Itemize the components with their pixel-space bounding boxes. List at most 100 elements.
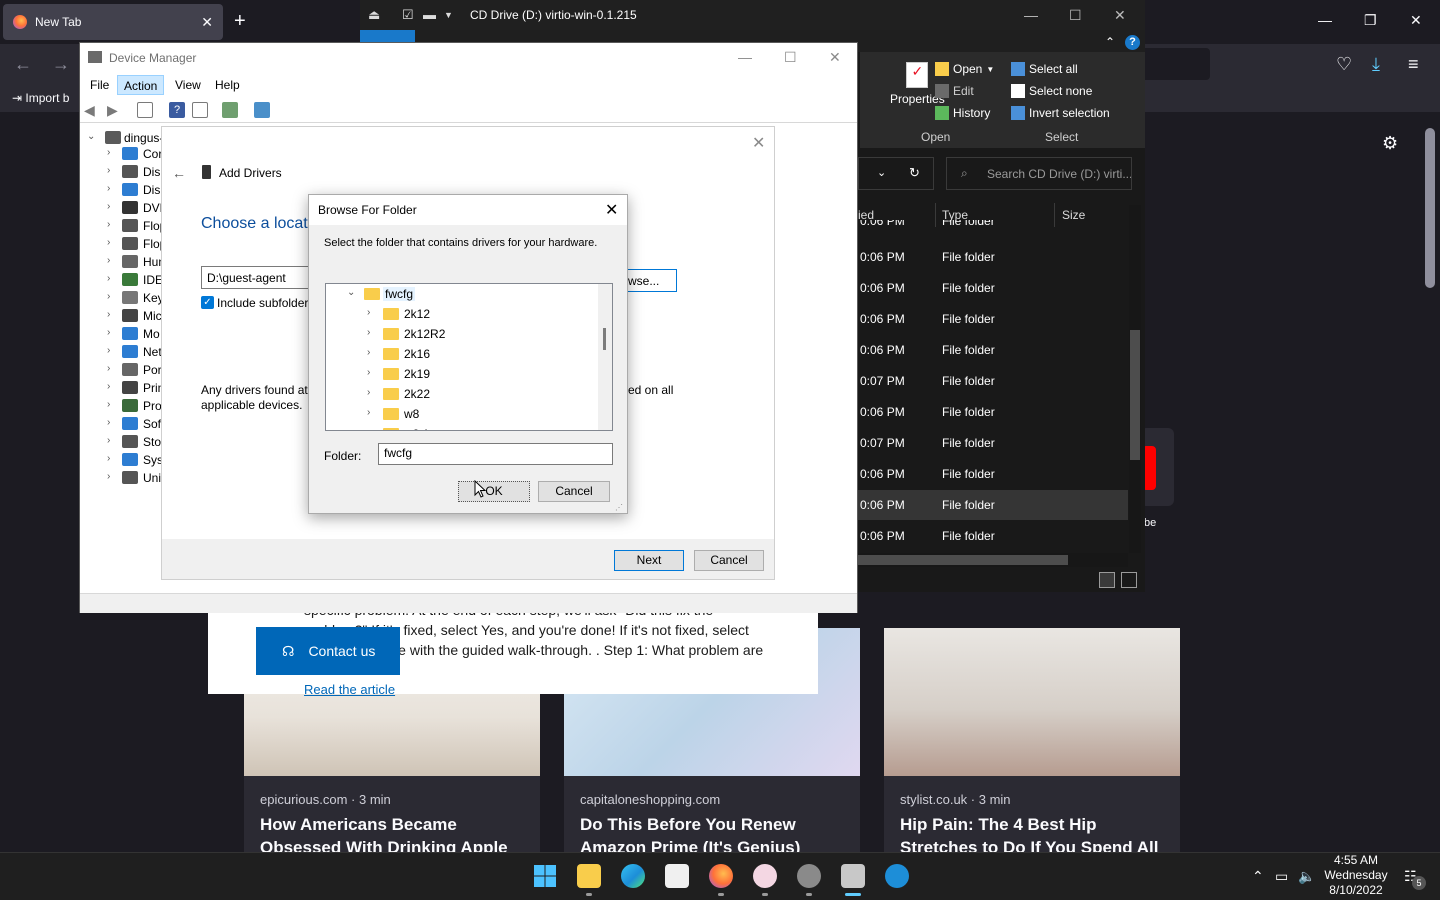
menu-action[interactable]: Action — [117, 75, 165, 95]
network-icon[interactable]: ▭ — [1275, 868, 1288, 885]
chevron-right-icon[interactable]: › — [107, 183, 110, 194]
get-help-icon[interactable] — [885, 864, 909, 888]
device-category[interactable]: › Flop — [80, 217, 170, 235]
chevron-right-icon[interactable]: › — [107, 165, 110, 176]
explorer-close-icon[interactable]: ✕ — [1114, 7, 1126, 24]
next-button[interactable]: Next — [614, 550, 684, 571]
chevron-right-icon[interactable]: › — [107, 327, 110, 338]
minimize-icon[interactable]: — — [738, 49, 752, 65]
chevron-right-icon[interactable]: › — [107, 417, 110, 428]
device-category[interactable]: › Uni — [80, 469, 170, 487]
file-row[interactable]: 0:07 PM File folder — [858, 428, 1128, 458]
details-view-icon[interactable] — [1099, 572, 1115, 588]
settings-icon[interactable] — [797, 864, 821, 888]
include-subfolders-checkbox[interactable]: ✓ — [201, 296, 214, 309]
select-all-button[interactable]: Select all — [1011, 62, 1078, 76]
resize-grip-icon[interactable]: ⋰ — [615, 503, 623, 512]
chevron-right-icon[interactable]: › — [107, 255, 110, 266]
news-card[interactable]: stylist.co.uk · 3 min Hip Pain: The 4 Be… — [884, 628, 1180, 852]
chevron-right-icon[interactable]: › — [107, 471, 110, 482]
device-category[interactable]: › Mo — [80, 325, 170, 343]
read-article-link[interactable]: Read the article — [304, 682, 395, 697]
explorer-minimize-icon[interactable]: — — [1024, 7, 1038, 23]
device-category[interactable]: › Pro — [80, 397, 170, 415]
device-category[interactable]: › Flop — [80, 235, 170, 253]
file-row[interactable]: 0:06 PM File folder — [858, 335, 1128, 365]
folder-tree[interactable]: ⌄ fwcfg › 2k12 › 2k12R2 › 2k16 › 2k19 › 2k22 › w8 › w… — [325, 283, 613, 431]
file-row[interactable]: 0:06 PM File folder — [858, 273, 1128, 303]
help-icon[interactable]: ? — [169, 102, 185, 118]
chevron-up-icon[interactable]: ⌃ — [1252, 868, 1264, 885]
restore-icon[interactable]: ❐ — [1364, 12, 1377, 29]
refresh-icon[interactable]: ↻ — [909, 165, 920, 181]
app-icon[interactable] — [753, 864, 777, 888]
volume-icon[interactable]: 🔈 — [1298, 868, 1315, 885]
chevron-right-icon[interactable]: › — [107, 435, 110, 446]
tree-scroll-thumb[interactable] — [603, 328, 606, 350]
device-category[interactable]: › Hun — [80, 253, 170, 271]
driver-path-input[interactable]: D:\guest-agent — [201, 266, 311, 289]
new-tab-button[interactable]: + — [234, 10, 246, 33]
chevron-down-icon[interactable]: ⌄ — [877, 166, 886, 179]
close-icon[interactable]: ✕ — [605, 200, 618, 220]
update-driver-icon[interactable] — [222, 102, 238, 118]
close-icon[interactable]: ✕ — [752, 133, 765, 153]
start-icon[interactable] — [533, 864, 557, 888]
help-icon[interactable]: ? — [1125, 35, 1140, 50]
file-row[interactable]: 0:06 PM File folder — [858, 397, 1128, 427]
news-title[interactable]: Hip Pain: The 4 Best Hip Stretches to Do… — [900, 813, 1170, 852]
menu-file[interactable]: File — [84, 75, 115, 95]
chevron-right-icon[interactable]: › — [107, 381, 110, 392]
chevron-right-icon[interactable]: › — [107, 201, 110, 212]
browse-button[interactable]: wse... — [627, 269, 677, 292]
show-hide-tree-icon[interactable] — [137, 102, 153, 118]
news-title[interactable]: Do This Before You Renew Amazon Prime (I… — [580, 813, 850, 852]
address-bar-end[interactable]: ⌄ ↻ — [858, 157, 934, 190]
device-category[interactable]: › Stor — [80, 433, 170, 451]
gear-icon[interactable]: ⚙ — [1382, 133, 1398, 154]
chevron-right-icon[interactable]: › — [367, 387, 370, 398]
contact-us-button[interactable]: ☊ Contact us — [256, 627, 400, 675]
file-row[interactable]: 0:06 PM File folder — [858, 242, 1128, 272]
device-category[interactable]: › Prin — [80, 379, 170, 397]
clock[interactable]: 4:55 AM Wednesday 8/10/2022 — [1322, 853, 1390, 898]
file-row[interactable]: 0:06 PM File folder — [858, 521, 1128, 551]
firefox-taskbar-icon[interactable] — [709, 864, 733, 888]
forward-icon[interactable]: ▶ — [107, 102, 123, 118]
qat-dropdown-icon[interactable]: ▼ — [444, 10, 453, 20]
edge-icon[interactable] — [621, 864, 645, 888]
chevron-right-icon[interactable]: › — [367, 327, 370, 338]
explorer-vscroll-thumb[interactable] — [1130, 330, 1140, 460]
invert-selection-button[interactable]: Invert selection — [1011, 106, 1110, 120]
chevron-right-icon[interactable]: › — [107, 363, 110, 374]
device-category[interactable]: › Net — [80, 343, 170, 361]
explorer-hscroll-thumb[interactable] — [858, 555, 1068, 565]
device-category[interactable]: › Soft — [80, 415, 170, 433]
chevron-right-icon[interactable]: › — [367, 407, 370, 418]
properties-qat-icon[interactable]: ☑ — [402, 7, 414, 23]
chevron-down-icon[interactable]: ⌄ — [87, 131, 95, 142]
firefox-tab[interactable]: New Tab ✕ — [3, 4, 223, 40]
open-button[interactable]: Open ▼ — [935, 62, 994, 76]
file-row[interactable]: 0:06 PM File folder — [858, 220, 1128, 232]
device-category[interactable]: › Disp — [80, 181, 170, 199]
scrollbar-thumb[interactable] — [1425, 128, 1435, 288]
back-icon[interactable]: ◀ — [84, 102, 100, 118]
new-folder-qat-icon[interactable]: ▬ — [423, 7, 436, 22]
file-row[interactable]: 0:06 PM File folder — [858, 304, 1128, 334]
device-category[interactable]: › Syst — [80, 451, 170, 469]
chevron-right-icon[interactable]: › — [367, 307, 370, 318]
menu-icon[interactable]: ≡ — [1408, 54, 1419, 75]
collapse-ribbon-icon[interactable]: ⌃ — [1105, 35, 1115, 49]
back-arrow-icon[interactable]: ← — [172, 165, 186, 181]
file-explorer-icon[interactable] — [577, 864, 601, 888]
search-input[interactable]: ⌕ Search CD Drive (D:) virti... — [946, 157, 1132, 190]
device-manager-taskbar-icon[interactable] — [841, 864, 865, 888]
minimize-icon[interactable]: — — [1318, 12, 1332, 28]
close-window-icon[interactable]: ✕ — [1410, 12, 1422, 29]
import-bookmarks-link[interactable]: ⇥ Import b — [12, 91, 69, 105]
scan-hardware-icon[interactable] — [254, 102, 270, 118]
pocket-icon[interactable]: ♡ — [1336, 54, 1352, 75]
folder-input[interactable]: fwcfg — [378, 443, 613, 465]
chevron-right-icon[interactable]: › — [107, 453, 110, 464]
